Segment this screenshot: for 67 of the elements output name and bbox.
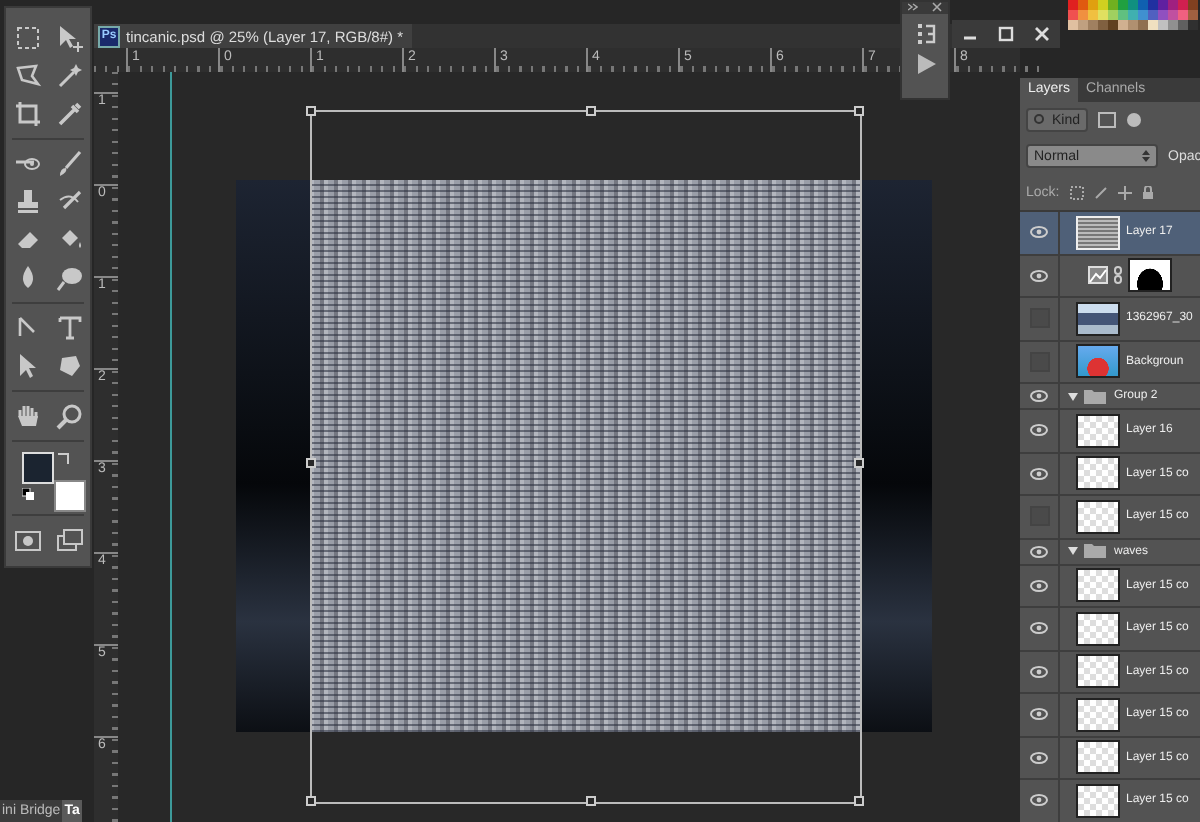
shape-icon[interactable] — [55, 352, 83, 380]
eye-icon[interactable] — [1030, 708, 1048, 721]
lock-icon[interactable] — [1141, 185, 1154, 199]
layer-thumbnail — [1076, 301, 1120, 336]
mask-thumbnail — [1128, 258, 1172, 293]
screen-mode-icon[interactable] — [55, 526, 83, 554]
layer-thumbnail — [1076, 413, 1120, 448]
image-filter-icon[interactable] — [1098, 112, 1117, 128]
lock-pixels-icon[interactable] — [1069, 185, 1084, 199]
adjustment-filter-icon[interactable] — [1126, 112, 1143, 128]
folder-icon — [1084, 389, 1106, 403]
disclosure-triangle-icon[interactable] — [1068, 391, 1078, 401]
eyedropper-icon[interactable] — [55, 100, 83, 128]
layer-thumbnail — [1076, 611, 1120, 646]
swap-arrows-icon[interactable] — [58, 452, 70, 464]
eye-icon[interactable] — [1030, 794, 1048, 807]
close-icon[interactable] — [931, 2, 942, 12]
layer-thumbnail — [1076, 697, 1120, 732]
eye-icon[interactable] — [1030, 579, 1048, 592]
wand-icon[interactable] — [55, 62, 83, 90]
maximize-icon — [998, 26, 1014, 42]
move-icon[interactable] — [55, 24, 83, 52]
levels-icon — [1088, 266, 1108, 285]
layer-thumbnail — [1076, 456, 1120, 491]
eye-icon[interactable] — [1030, 467, 1048, 480]
lasso-icon[interactable] — [13, 62, 41, 90]
stamp-icon[interactable] — [13, 188, 41, 216]
zoom-icon[interactable] — [55, 402, 83, 430]
brush-icon[interactable] — [1093, 185, 1108, 199]
dodge-icon[interactable] — [55, 264, 83, 292]
search-icon — [1034, 114, 1046, 126]
type-icon[interactable] — [55, 314, 83, 342]
eye-icon[interactable] — [1030, 269, 1048, 282]
layer-thumbnail — [1076, 215, 1120, 250]
crop-icon[interactable] — [13, 100, 41, 128]
eye-icon[interactable] — [1030, 390, 1048, 402]
eye-icon[interactable] — [1030, 665, 1048, 678]
move-icon[interactable] — [1117, 185, 1132, 199]
history-icon[interactable] — [915, 22, 935, 46]
disclosure-triangle-icon[interactable] — [1068, 546, 1078, 556]
brush-icon[interactable] — [55, 150, 83, 178]
chain-icon — [1114, 266, 1122, 285]
foreground-color-swatch[interactable] — [22, 452, 54, 484]
transform-box[interactable] — [310, 110, 862, 804]
layer-thumbnail — [1076, 568, 1120, 603]
layer-thumbnail — [1076, 654, 1120, 689]
eye-icon[interactable] — [1030, 545, 1048, 557]
eye-icon[interactable] — [1030, 751, 1048, 764]
hand-icon[interactable] — [13, 402, 41, 430]
background-color-swatch[interactable] — [54, 480, 86, 512]
default-colors-icon[interactable] — [22, 488, 34, 500]
layer-thumbnail — [1076, 783, 1120, 818]
layer-thumbnail — [1076, 740, 1120, 775]
layer-thumbnail — [1076, 344, 1120, 379]
close-icon — [1034, 26, 1050, 42]
color-swatches[interactable] — [1068, 0, 1200, 30]
quick-mask-icon[interactable] — [13, 526, 41, 554]
eraser-icon[interactable] — [13, 226, 41, 254]
eye-icon[interactable] — [1030, 622, 1048, 635]
eye-icon[interactable] — [1030, 226, 1048, 239]
adjustment-row[interactable] — [1020, 255, 1200, 298]
collapse-icon[interactable] — [908, 2, 919, 12]
eye-icon[interactable] — [1030, 424, 1048, 437]
layer-thumbnail — [1076, 499, 1120, 534]
caret-icon — [1142, 150, 1150, 162]
folder-icon — [1084, 544, 1106, 558]
marquee-icon[interactable] — [13, 24, 41, 52]
